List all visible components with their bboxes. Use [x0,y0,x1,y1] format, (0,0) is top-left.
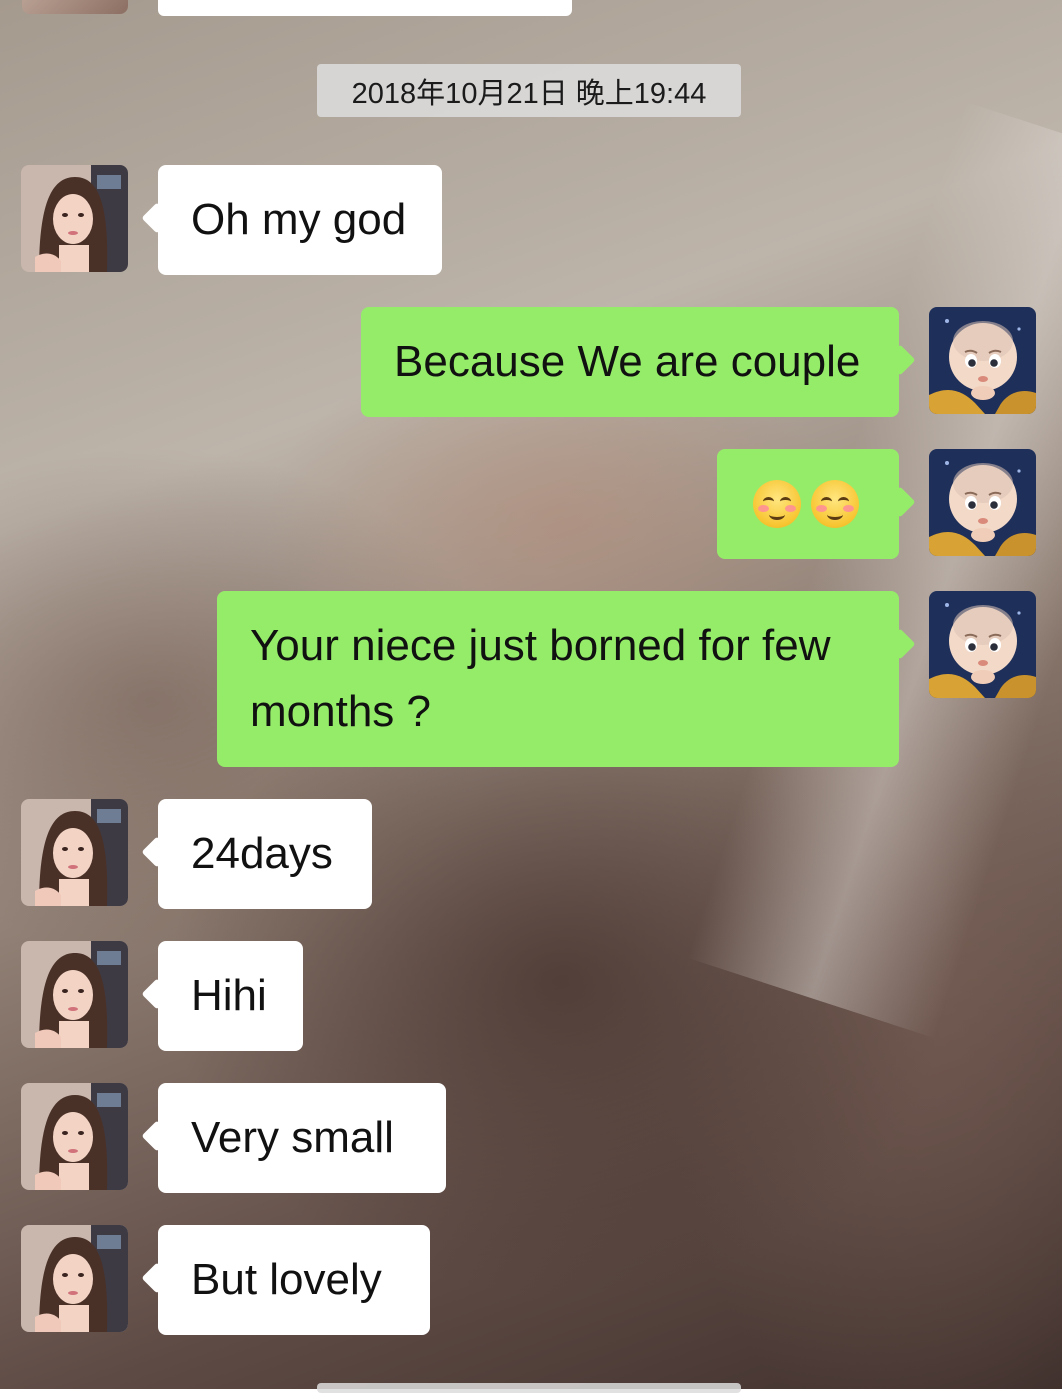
contact-avatar-image [21,165,128,272]
received-message-bubble[interactable]: Very small [158,1083,446,1193]
contact-avatar-image [21,1225,128,1332]
my-avatar-image [929,449,1036,556]
timestamp-partial [317,1383,741,1393]
received-message-bubble[interactable]: Hihi [158,941,303,1051]
message-text: 24days [191,829,333,878]
contact-avatar[interactable] [21,1083,128,1190]
message-text: Your niece just borned for few months ? [250,621,831,736]
sent-message-bubble[interactable]: Because We are couple [361,307,899,417]
contact-avatar-image [21,1083,128,1190]
message-timestamp: 2018年10月21日 晚上19:44 [317,64,741,117]
smiling-blush-emoji-icon [753,480,801,528]
message-text: Oh my god [191,195,407,244]
contact-avatar-image [21,941,128,1048]
my-avatar[interactable] [929,307,1036,414]
contact-avatar[interactable] [21,1225,128,1332]
message-text: Hihi [191,971,267,1020]
sent-message-bubble[interactable] [717,449,899,559]
my-avatar-image [929,591,1036,698]
message-text: Because We are couple [394,337,861,386]
emoji-row [753,471,899,537]
received-message-bubble[interactable]: Oh my god [158,165,442,275]
sent-message-bubble[interactable]: Your niece just borned for few months ? [217,591,899,767]
received-message-bubble[interactable]: 24days [158,799,372,909]
smiling-blush-emoji-icon [811,480,859,528]
contact-avatar-partial[interactable] [22,0,128,14]
message-text: Very small [191,1113,394,1162]
my-avatar-image [929,307,1036,414]
my-avatar[interactable] [929,449,1036,556]
contact-avatar[interactable] [21,799,128,906]
contact-avatar[interactable] [21,941,128,1048]
contact-avatar-image [21,799,128,906]
message-text: But lovely [191,1255,382,1304]
received-bubble-partial[interactable] [158,0,572,16]
received-message-bubble[interactable]: But lovely [158,1225,430,1335]
my-avatar[interactable] [929,591,1036,698]
contact-avatar[interactable] [21,165,128,272]
